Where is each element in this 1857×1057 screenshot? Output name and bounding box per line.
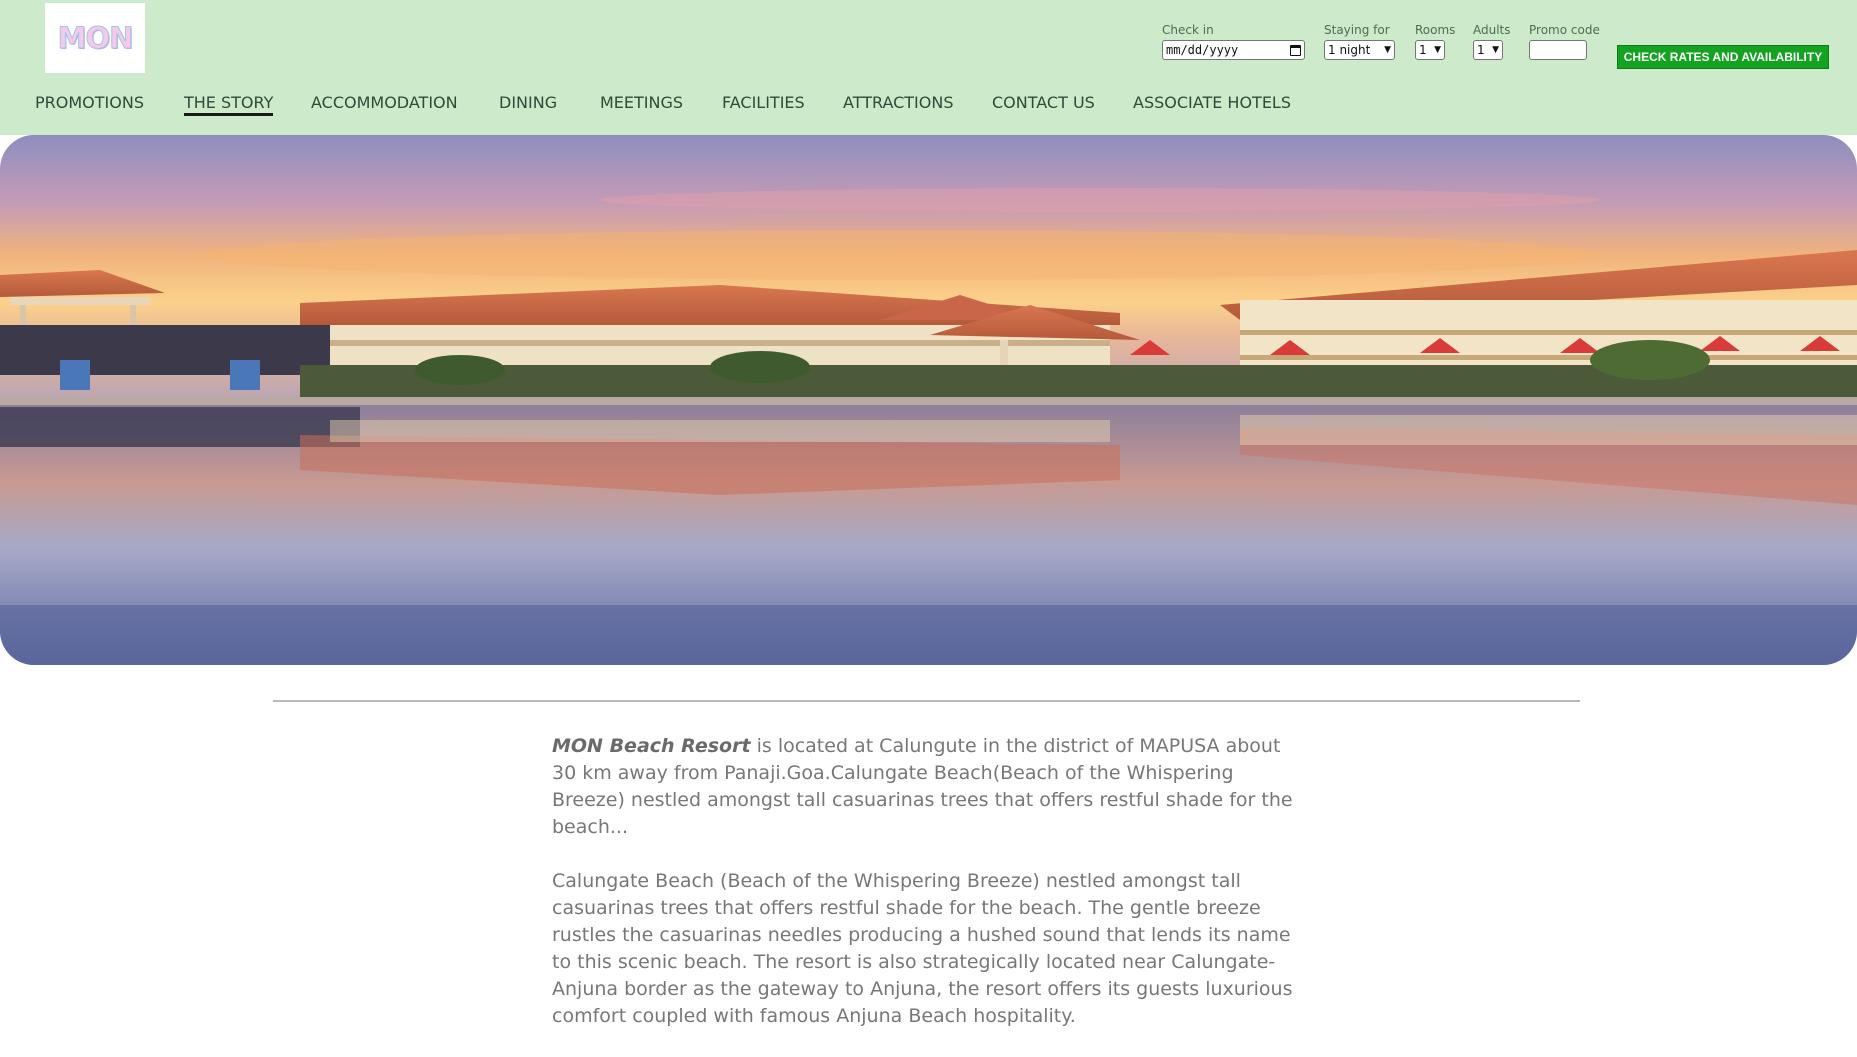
promo-label: Promo code — [1529, 23, 1600, 37]
rooms-select-value: 1 — [1419, 43, 1427, 57]
rooms-label: Rooms — [1415, 23, 1456, 37]
nights-select[interactable]: 1 night ▼ — [1324, 40, 1395, 60]
story-paragraph-1: MON Beach Resort is located at Calungute… — [552, 733, 1302, 841]
checkin-date-input[interactable]: mm/dd/yyyy — [1162, 40, 1305, 60]
nights-select-value: 1 night — [1328, 43, 1371, 57]
adults-select[interactable]: 1 ▼ — [1473, 40, 1503, 60]
check-rates-button[interactable]: CHECK RATES AND AVAILABILITY — [1617, 45, 1829, 69]
adults-label: Adults — [1473, 23, 1511, 37]
chevron-down-icon: ▼ — [1492, 45, 1499, 55]
nav-item-the-story[interactable]: THE STORY — [184, 93, 274, 116]
checkin-field: Check in mm/dd/yyyy — [1162, 23, 1305, 60]
nav-item-contact-us[interactable]: CONTACT US — [992, 93, 1095, 112]
nav-item-attractions[interactable]: ATTRACTIONS — [843, 93, 953, 112]
resort-name: MON Beach Resort — [552, 735, 751, 757]
nav-item-dining[interactable]: DINING — [499, 93, 557, 112]
checkin-label: Check in — [1162, 23, 1214, 37]
adults-select-value: 1 — [1477, 43, 1485, 57]
content-divider — [273, 700, 1580, 702]
nav-item-associate-hotels[interactable]: ASSOCIATE HOTELS — [1133, 93, 1291, 112]
logo-text: MON — [57, 21, 134, 56]
story-paragraph-2: Calungate Beach (Beach of the Whispering… — [552, 870, 1293, 1027]
chevron-down-icon: ▼ — [1384, 45, 1391, 55]
calendar-icon[interactable] — [1290, 44, 1301, 56]
resort-pool-illustration — [0, 135, 1857, 665]
adults-field: Adults 1 ▼ — [1473, 23, 1511, 60]
nav-item-facilities[interactable]: FACILITIES — [722, 93, 805, 112]
staying-field: Staying for 1 night ▼ — [1324, 23, 1395, 60]
nav-item-meetings[interactable]: MEETINGS — [600, 93, 683, 112]
checkin-date-placeholder: mm/dd/yyyy — [1166, 43, 1239, 57]
rooms-field: Rooms 1 ▼ — [1415, 23, 1455, 60]
rooms-select[interactable]: 1 ▼ — [1415, 40, 1445, 60]
site-header: MON Check in mm/dd/yyyy Staying for 1 ni… — [0, 0, 1857, 135]
hero-image — [0, 135, 1857, 665]
site-logo[interactable]: MON — [45, 3, 145, 73]
staying-label: Staying for — [1324, 23, 1390, 37]
chevron-down-icon: ▼ — [1434, 45, 1441, 55]
nav-item-promotions[interactable]: PROMOTIONS — [35, 93, 144, 112]
nav-item-accommodation[interactable]: ACCOMMODATION — [311, 93, 458, 112]
promo-code-input[interactable] — [1529, 40, 1587, 60]
promo-field: Promo code — [1529, 23, 1600, 60]
story-content: MON Beach Resort is located at Calungute… — [552, 733, 1302, 1057]
